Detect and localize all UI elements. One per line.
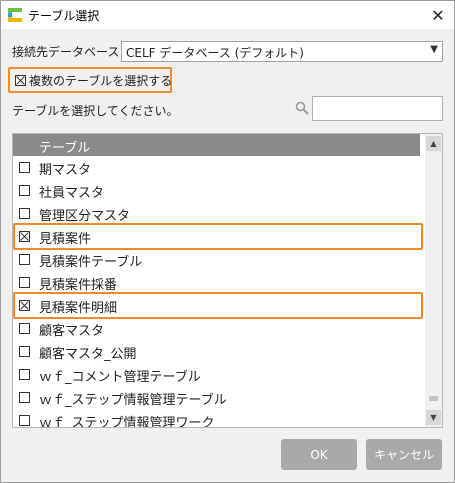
row-checkbox[interactable]: [19, 415, 30, 426]
row-checkbox[interactable]: [19, 231, 30, 242]
row-label: ｗｆ_ステップ情報管理テーブル: [39, 393, 227, 408]
row-label: 見積案件: [39, 232, 92, 247]
database-label: 接続先データベース: [12, 45, 120, 59]
select-table-hint: テーブルを選択してください。: [12, 104, 179, 118]
database-select-value: CELF データベース (デフォルト): [126, 46, 304, 60]
table-row[interactable]: 見積案件明細: [13, 294, 423, 317]
multi-select-label: 複数のテーブルを選択する: [29, 74, 173, 88]
table-list: テーブル 期マスタ 社員マスタ 管理区分マスタ 見積案件 見積案件テーブル 見積…: [12, 133, 443, 428]
search-input[interactable]: [312, 96, 443, 121]
table-row[interactable]: 顧客マスタ_公開: [13, 340, 423, 363]
row-label: 見積案件テーブル: [39, 255, 143, 270]
window-title: テーブル選択: [28, 9, 100, 23]
ok-button[interactable]: OK: [281, 439, 357, 470]
row-checkbox[interactable]: [19, 300, 30, 311]
database-select[interactable]: CELF データベース (デフォルト) ▼: [121, 41, 443, 62]
row-checkbox[interactable]: [19, 208, 30, 219]
chevron-down-icon: ▼: [430, 44, 438, 55]
row-label: 見積案件採番: [39, 278, 118, 293]
table-select-dialog: テーブル選択 ✕ 接続先データベース CELF データベース (デフォルト) ▼…: [0, 0, 455, 483]
row-label: 顧客マスタ_公開: [39, 347, 137, 362]
table-row[interactable]: 見積案件採番: [13, 271, 423, 294]
table-row[interactable]: 顧客マスタ: [13, 317, 423, 340]
row-label: ｗｆ_コメント管理テーブル: [39, 370, 201, 385]
table-row[interactable]: ｗｆ_コメント管理テーブル: [13, 363, 423, 386]
row-label: 期マスタ: [39, 163, 92, 178]
list-scrollbar[interactable]: ▲ ▼: [425, 134, 442, 427]
row-checkbox[interactable]: [19, 162, 30, 173]
table-row[interactable]: ｗｆ_ステップ情報管理テーブル: [13, 386, 423, 409]
row-checkbox[interactable]: [19, 254, 30, 265]
table-row[interactable]: 見積案件: [13, 225, 423, 248]
scroll-thumb[interactable]: [429, 396, 438, 401]
table-row[interactable]: ｗｆ_ステップ情報管理ワーク: [13, 409, 423, 428]
search-icon: [295, 101, 309, 115]
scroll-up-icon: ▲: [430, 139, 437, 148]
app-logo-icon: [8, 8, 22, 22]
row-checkbox[interactable]: [19, 277, 30, 288]
close-button[interactable]: ✕: [422, 1, 454, 29]
row-label: 管理区分マスタ: [39, 209, 131, 224]
table-row[interactable]: 社員マスタ: [13, 179, 423, 202]
row-checkbox[interactable]: [19, 369, 30, 380]
table-list-header: テーブル: [13, 134, 420, 156]
table-column-header: テーブル: [39, 141, 91, 156]
table-row[interactable]: 期マスタ: [13, 156, 423, 179]
row-label: ｗｆ_ステップ情報管理ワーク: [39, 416, 215, 428]
cancel-button[interactable]: キャンセル: [366, 439, 442, 470]
row-checkbox[interactable]: [19, 185, 30, 196]
row-label: 見積案件明細: [39, 301, 118, 316]
table-row[interactable]: 見積案件テーブル: [13, 248, 423, 271]
table-rows: 期マスタ 社員マスタ 管理区分マスタ 見積案件 見積案件テーブル 見積案件採番 …: [13, 156, 423, 428]
title-bar: テーブル選択 ✕: [1, 1, 454, 29]
row-checkbox[interactable]: [19, 392, 30, 403]
scroll-down-button[interactable]: ▼: [426, 410, 441, 425]
row-checkbox[interactable]: [19, 346, 30, 357]
multi-select-checkbox[interactable]: [15, 75, 26, 86]
multi-select-option[interactable]: 複数のテーブルを選択する: [8, 67, 172, 93]
table-row[interactable]: 管理区分マスタ: [13, 202, 423, 225]
scroll-up-button[interactable]: ▲: [426, 136, 441, 151]
row-checkbox[interactable]: [19, 323, 30, 334]
scroll-down-icon: ▼: [430, 413, 437, 422]
row-label: 顧客マスタ: [39, 324, 105, 339]
row-label: 社員マスタ: [39, 186, 105, 201]
close-icon: ✕: [431, 5, 445, 25]
